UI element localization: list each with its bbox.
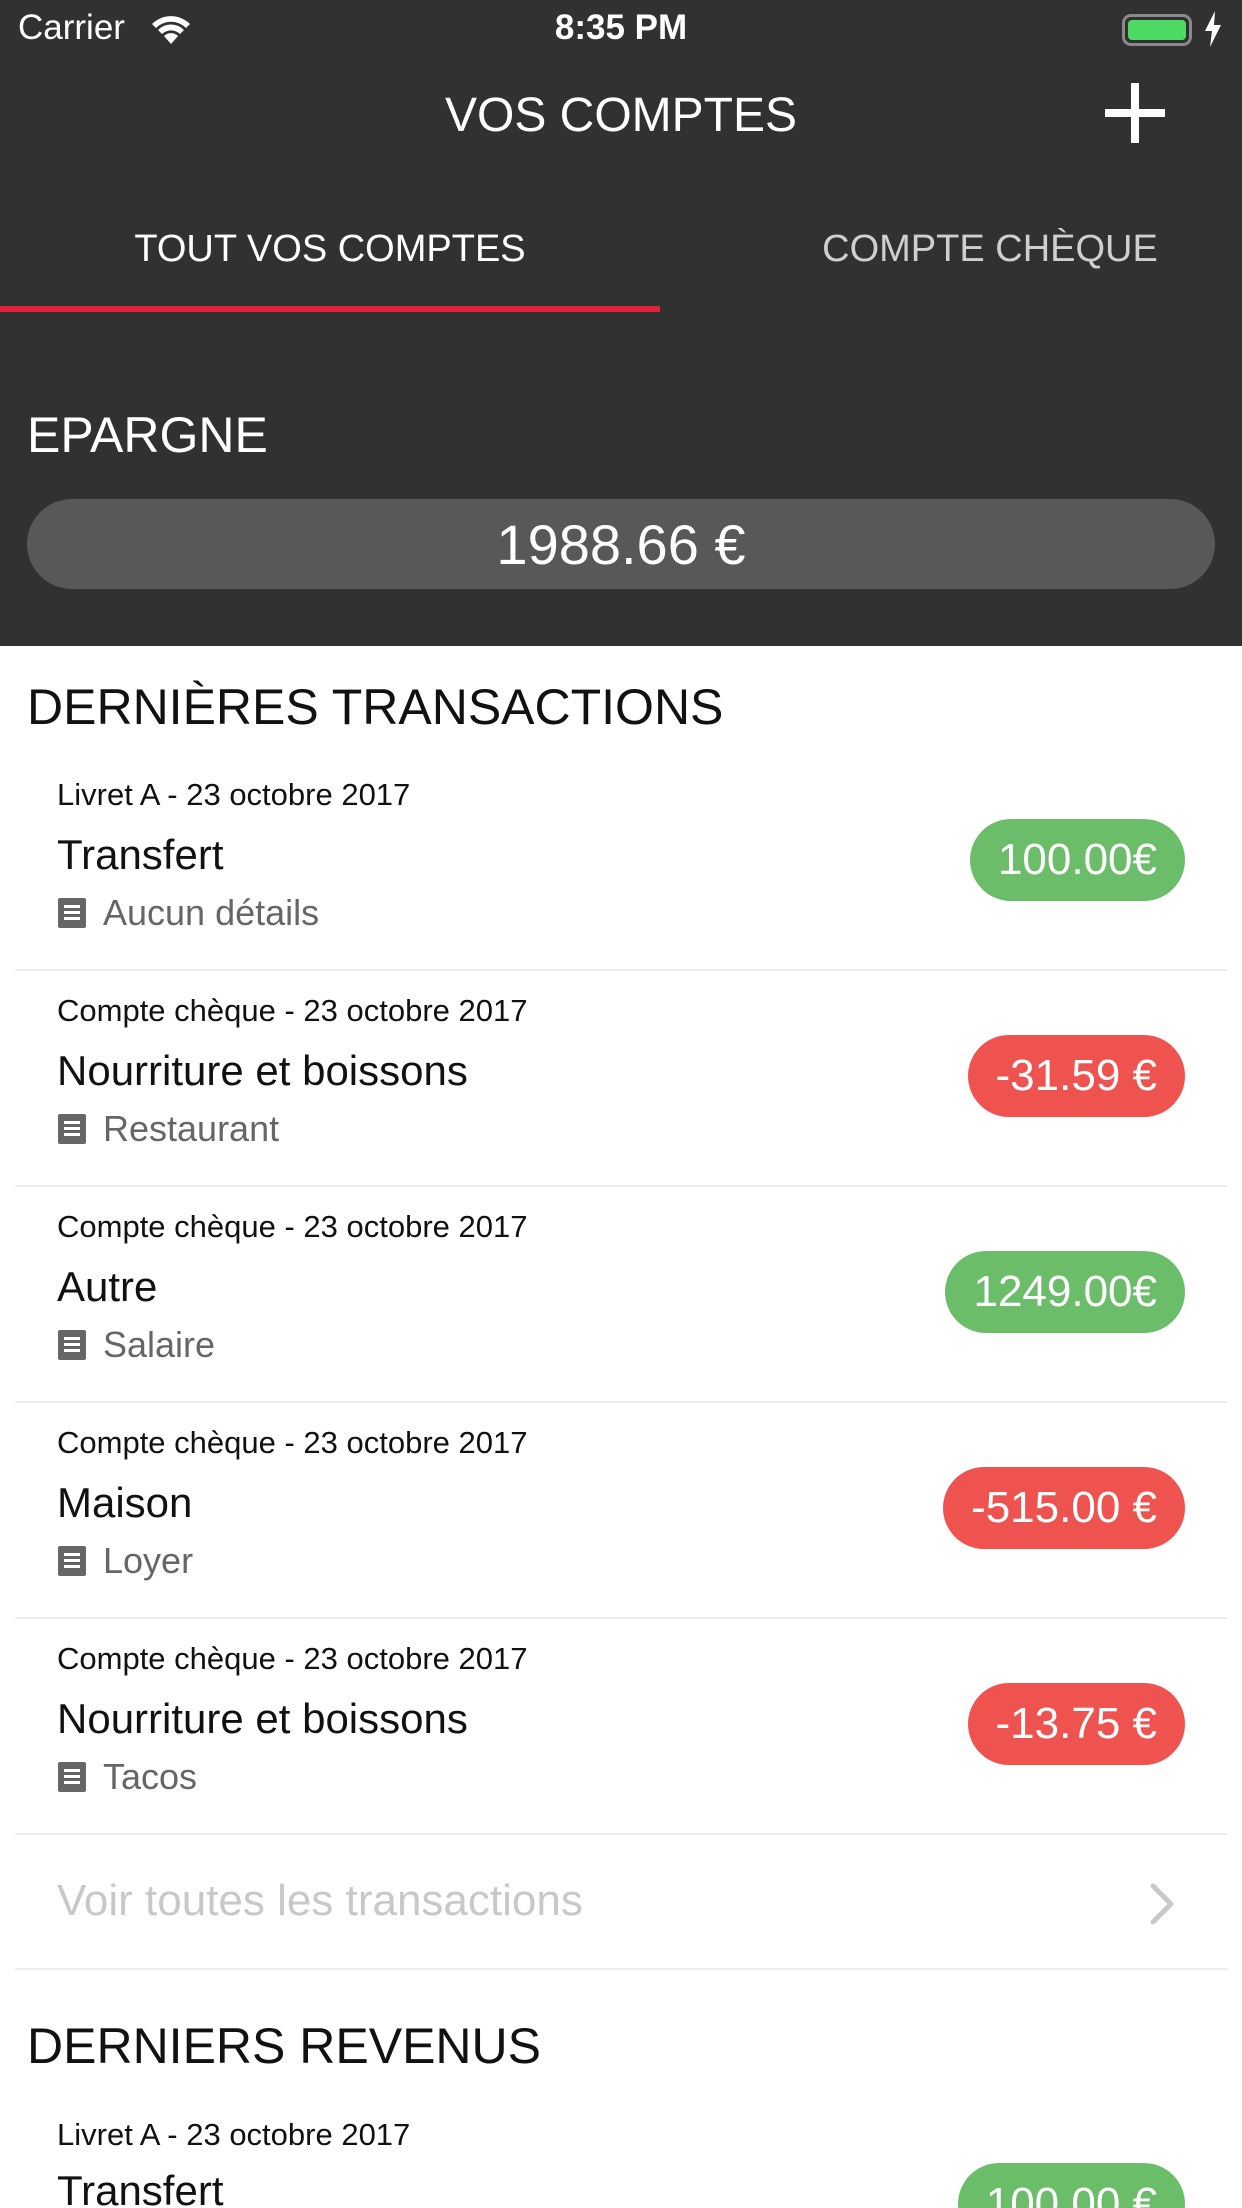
transaction-detail-text: Aucun détails [103,892,320,933]
document-icon [58,1546,86,1576]
transaction-meta: Compte chèque - 23 octobre 2017 [57,993,528,1028]
section-title-revenues: DERNIERS REVENUS [27,2018,541,2074]
transaction-category: Nourriture et boissons [57,1695,468,1742]
transaction-detail-text: Loyer [103,1540,194,1581]
amount-badge-negative: -13.75 € [967,1683,1185,1765]
amount-badge-negative: -515.00 € [943,1467,1185,1549]
chevron-right-icon [1150,1883,1174,1925]
transaction-row[interactable]: Livret A - 23 octobre 2017 Transfert Auc… [15,755,1227,971]
transaction-meta: Compte chèque - 23 octobre 2017 [57,1425,528,1460]
transaction-row[interactable]: Compte chèque - 23 octobre 2017 Maison L… [15,1403,1227,1619]
add-account-button[interactable] [1102,80,1168,146]
tab-all-accounts[interactable]: TOUT VOS COMPTES [0,228,660,271]
amount-badge-positive: 100.00€ [969,819,1185,901]
transaction-meta: Livret A - 23 octobre 2017 [57,777,411,812]
status-bar: Carrier 8:35 PM [0,0,1242,60]
see-all-label: Voir toutes les transactions [57,1876,583,1925]
transaction-category: Autre [57,1263,158,1310]
transaction-row[interactable]: Compte chèque - 23 octobre 2017 Nourritu… [15,1619,1227,1835]
revenue-category: Transfert [57,2167,224,2208]
amount-badge-positive: 1249.00€ [945,1251,1185,1333]
transaction-detail: Tacos [57,1756,197,1798]
amount-badge-positive: 100.00 € [957,2163,1185,2208]
tab-checking-account[interactable]: COMPTE CHÈQUE [660,228,1242,271]
clock: 8:35 PM [554,8,688,47]
transaction-detail: Aucun détails [57,892,319,934]
page-title: VOS COMPTES [444,89,798,142]
revenue-meta: Livret A - 23 octobre 2017 [57,2117,411,2152]
transaction-category: Maison [57,1479,193,1526]
balance-value: 1988.66 € [496,512,746,576]
transaction-category: Transfert [57,831,224,878]
transaction-detail-text: Tacos [103,1756,198,1797]
see-all-transactions-button[interactable]: Voir toutes les transactions [15,1836,1227,1970]
charging-bolt-icon [1203,11,1223,52]
tab-active-indicator [0,306,660,312]
battery-icon [1122,14,1192,46]
document-icon [58,1330,86,1360]
transaction-category: Nourriture et boissons [57,1047,468,1094]
transaction-meta: Compte chèque - 23 octobre 2017 [57,1209,528,1244]
document-icon [58,898,86,928]
section-title-transactions: DERNIÈRES TRANSACTIONS [27,679,724,735]
account-name: EPARGNE [27,407,268,463]
transaction-detail-text: Restaurant [103,1108,280,1149]
transaction-row[interactable]: Compte chèque - 23 octobre 2017 Nourritu… [15,971,1227,1187]
document-icon [58,1762,86,1792]
transaction-row[interactable]: Compte chèque - 23 octobre 2017 Autre Sa… [15,1187,1227,1403]
revenue-row[interactable]: Livret A - 23 octobre 2017 Transfert 100… [15,2095,1227,2208]
transaction-detail: Restaurant [57,1108,279,1150]
document-icon [58,1114,86,1144]
transaction-detail: Salaire [57,1324,215,1366]
transaction-detail-text: Salaire [103,1324,216,1365]
amount-badge-negative: -31.59 € [967,1035,1185,1117]
transaction-detail: Loyer [57,1540,193,1582]
account-balance[interactable]: 1988.66 € [27,499,1215,589]
transaction-meta: Compte chèque - 23 octobre 2017 [57,1641,528,1676]
